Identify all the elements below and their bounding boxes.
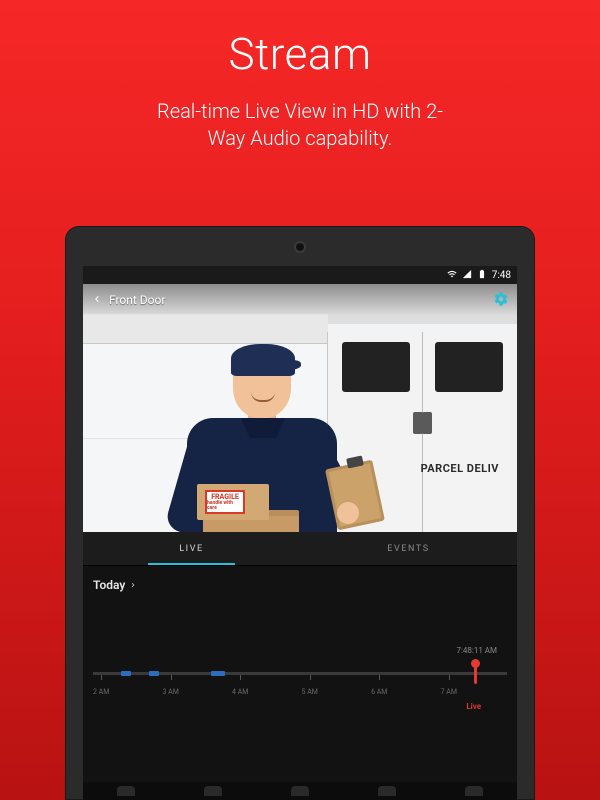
tick-label: 4 AM [232,688,248,696]
wifi-icon [447,269,457,282]
event-segment[interactable] [149,671,159,676]
signal-icon [462,269,472,282]
bottom-nav [83,782,517,800]
view-tabs: LIVE EVENTS [83,532,517,566]
tick-label: 6 AM [371,688,387,696]
event-segment[interactable] [211,671,225,676]
marketing-header: Stream Real-time Live View in HD with 2-… [0,0,600,152]
subtitle-line-2: Way Audio capability. [208,126,393,150]
tab-events[interactable]: EVENTS [300,532,517,565]
fragile-label-sub: handle with care [207,501,243,511]
camera-title: Front Door [109,293,487,307]
timeline-section: Today 7:48:11 AM Live 2 AM 3 AM 4 AM 5 A… [83,566,517,800]
live-video-view[interactable]: PARCEL DELIV [83,284,517,532]
timeline-ticks: 2 AM 3 AM 4 AM 5 AM 6 AM 7 AM [93,688,507,696]
tick-label: 2 AM [93,688,109,696]
gear-icon [493,291,509,307]
back-icon[interactable] [91,293,103,308]
tick-label: 7 AM [441,688,457,696]
nav-item[interactable] [465,786,483,796]
battery-icon [477,269,487,282]
fragile-sticker: FRAGILE handle with care [205,490,245,514]
day-selector[interactable]: Today [93,578,507,592]
tick-label: 5 AM [302,688,318,696]
event-segment[interactable] [121,671,131,676]
tick-label: 3 AM [163,688,179,696]
nav-item[interactable] [204,786,222,796]
day-label: Today [93,578,125,592]
tablet-frame: 7:48 PARCEL DELIV [65,226,535,800]
status-bar: 7:48 [83,266,517,284]
van-lettering: PARCEL DELIV [421,462,499,475]
nav-item[interactable] [291,786,309,796]
settings-button[interactable] [493,291,509,310]
timeline-timestamp: 7:48:11 AM [456,646,497,655]
timeline-scrubber[interactable]: 7:48:11 AM Live 2 AM 3 AM 4 AM 5 AM 6 AM… [93,660,507,730]
app-screen: 7:48 PARCEL DELIV [83,266,517,800]
marketing-subtitle: Real-time Live View in HD with 2- Way Au… [0,98,600,152]
live-cursor[interactable] [474,662,477,684]
video-topbar: Front Door [83,284,517,316]
status-time: 7:48 [492,270,511,281]
video-scene: PARCEL DELIV [83,284,517,532]
tablet-camera-dot [296,243,304,251]
tab-live[interactable]: LIVE [83,532,300,565]
live-label: Live [466,702,481,711]
nav-item[interactable] [378,786,396,796]
delivery-person: FRAGILE handle with care [153,334,363,532]
chevron-right-icon [129,578,137,592]
marketing-title: Stream [0,28,600,80]
subtitle-line-1: Real-time Live View in HD with 2- [157,99,443,123]
nav-item[interactable] [117,786,135,796]
